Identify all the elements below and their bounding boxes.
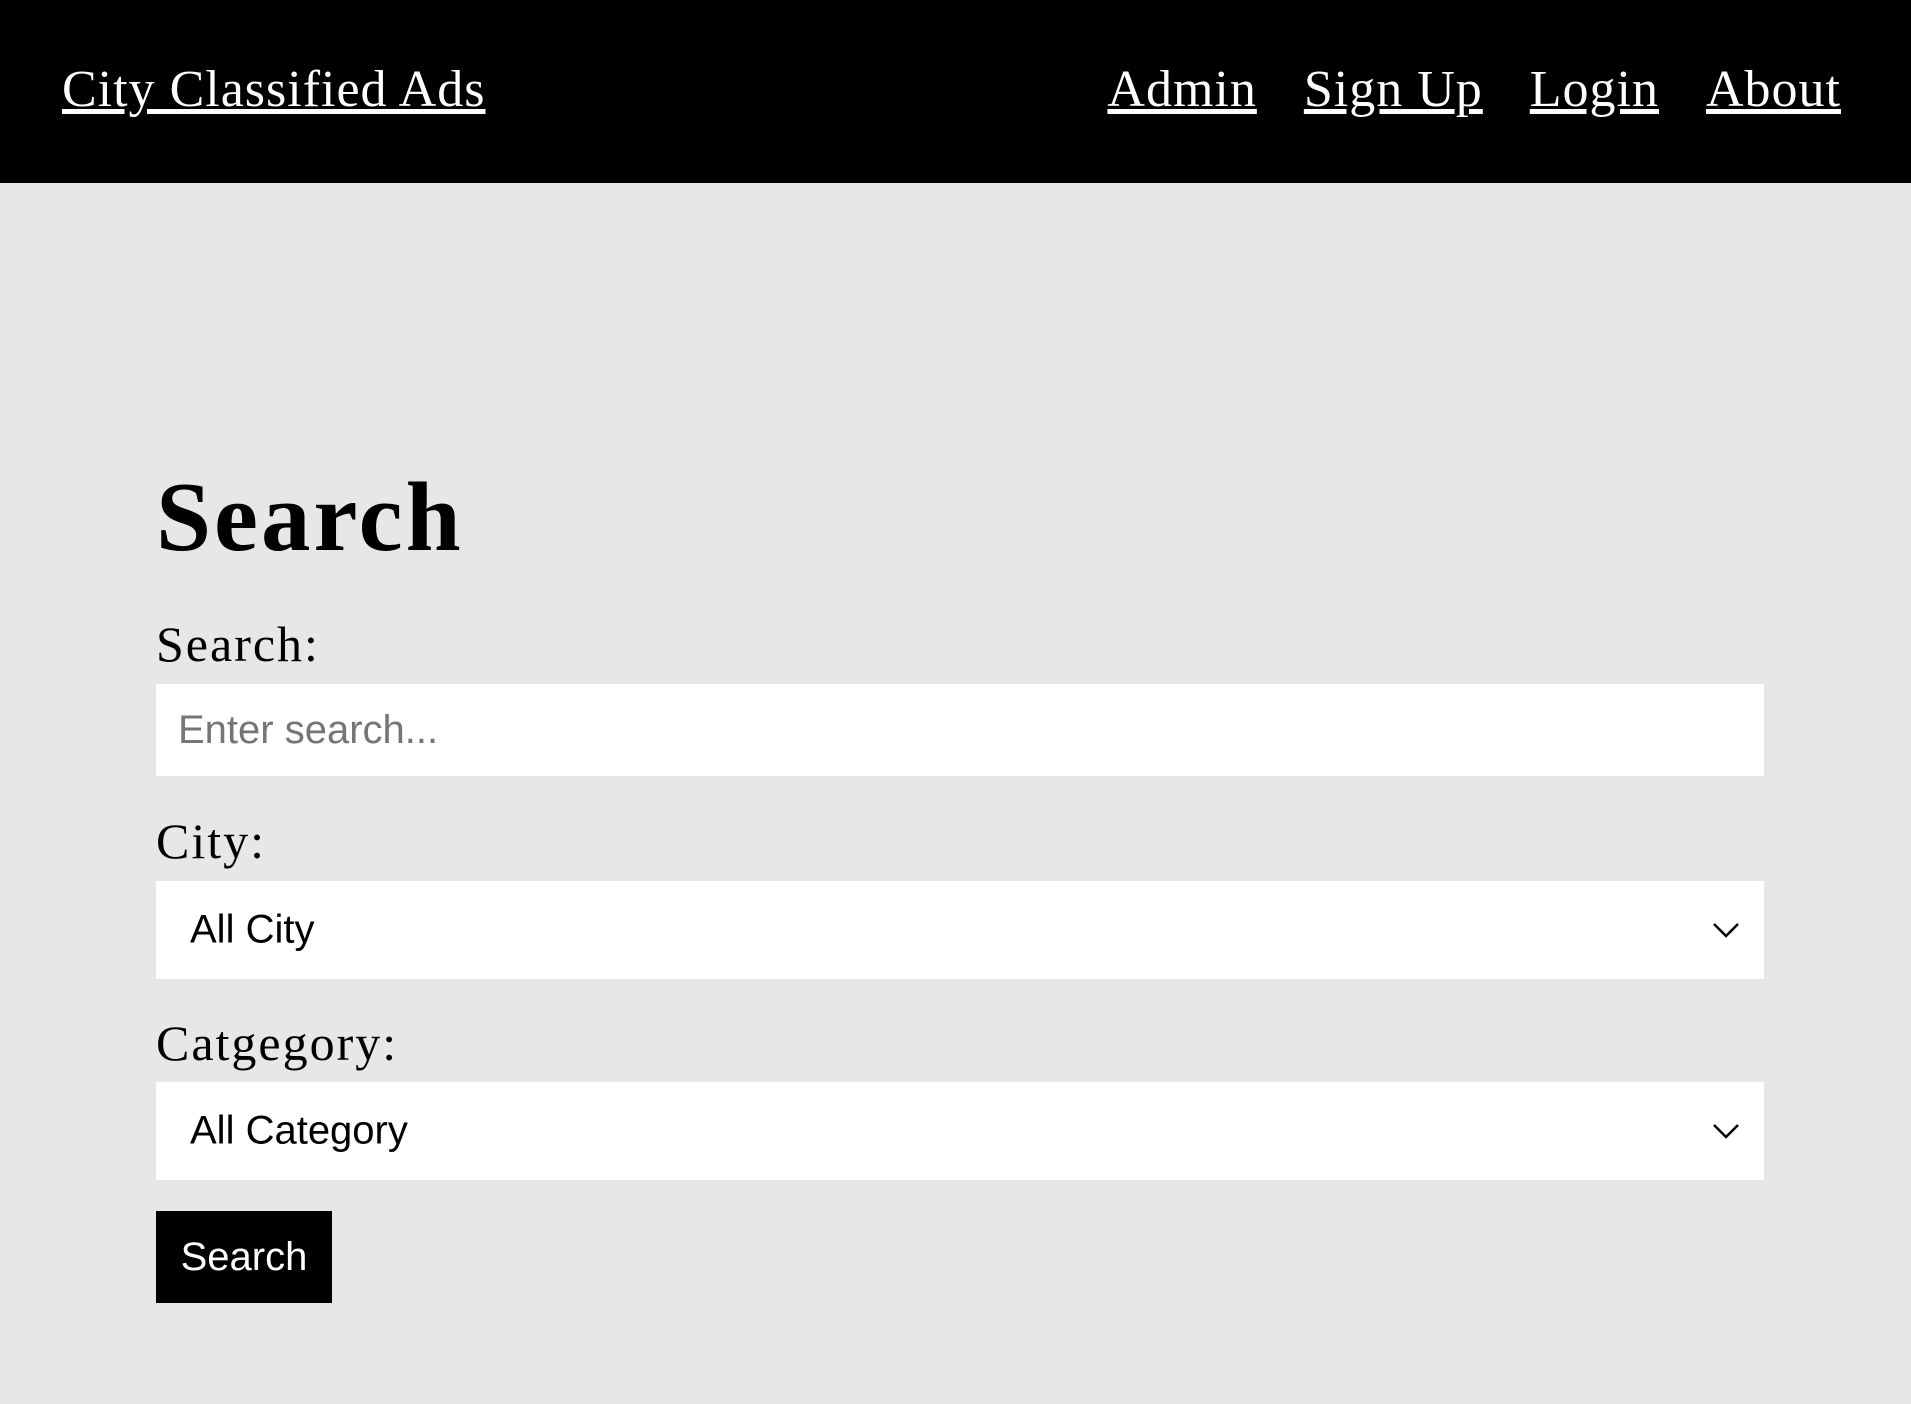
category-select-value: All Category bbox=[190, 1108, 408, 1153]
search-input[interactable] bbox=[156, 684, 1764, 776]
site-brand-link[interactable]: City Classified Ads bbox=[62, 60, 485, 119]
search-button[interactable]: Search bbox=[156, 1211, 332, 1303]
category-field-label: Catgegory: bbox=[156, 1015, 399, 1071]
chevron-down-icon bbox=[1713, 1124, 1739, 1139]
nav-link-login[interactable]: Login bbox=[1530, 60, 1659, 119]
chevron-down-icon bbox=[1713, 923, 1739, 938]
city-select[interactable]: All City bbox=[156, 881, 1764, 979]
category-select[interactable]: All Category bbox=[156, 1082, 1764, 1180]
main-nav: Admin Sign Up Login About bbox=[1107, 60, 1841, 119]
nav-link-sign-up[interactable]: Sign Up bbox=[1304, 60, 1483, 119]
nav-link-about[interactable]: About bbox=[1706, 60, 1841, 119]
top-navigation-bar: City Classified Ads Admin Sign Up Login … bbox=[0, 0, 1911, 183]
search-field-label: Search: bbox=[156, 616, 320, 672]
city-field-label: City: bbox=[156, 813, 267, 869]
page-title: Search bbox=[156, 463, 464, 572]
city-select-value: All City bbox=[190, 907, 315, 952]
nav-link-admin[interactable]: Admin bbox=[1107, 60, 1256, 119]
